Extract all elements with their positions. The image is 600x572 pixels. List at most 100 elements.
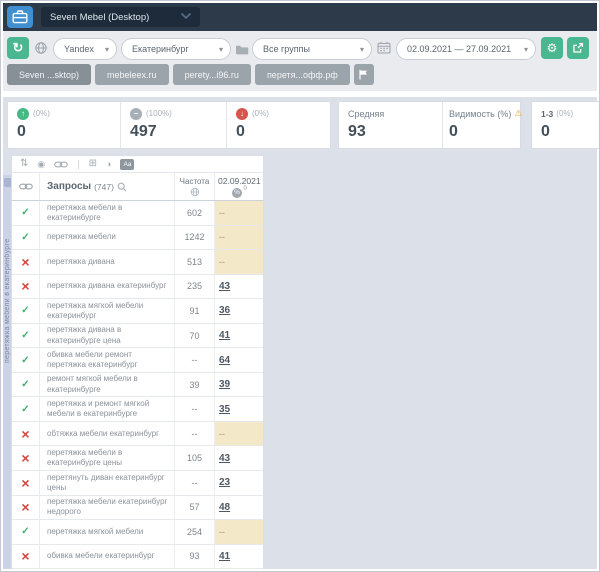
position-link[interactable]: 41 [219,551,230,562]
settings-button[interactable]: ⚙ [541,37,563,59]
project-tag[interactable]: перетя...офф.рф [255,64,350,85]
summary-card-up[interactable]: ↑ (0%) 0 [8,102,120,148]
queries-label: Запросы [47,181,91,192]
summary-cards-top3: 1-3 (0%) 0 [531,101,600,149]
position-link[interactable]: 39 [219,379,230,390]
link-icon[interactable] [54,160,68,169]
group-filter-value: Все группы [263,44,310,54]
position-link[interactable]: 41 [219,330,230,341]
table-header: Запросы (747) Частота 02.09.2021 % 0 [11,173,264,201]
calendar-icon[interactable] [377,41,391,54]
projects-home-button[interactable] [7,6,33,28]
top3-value: 0 [541,123,599,141]
text-case-icon[interactable]: Aa [120,159,134,170]
status-cell: ✓ [12,201,40,225]
query-table-body: ✓перетяжка мебели в екатеринбурге602--✓п… [11,201,264,569]
check-icon: ✓ [21,232,29,243]
status-cell: ✓ [12,397,40,421]
briefcase-icon [12,10,28,24]
table-row: ×перетяжка мебели в екатеринбурге цены10… [12,446,263,471]
table-row: × перетянуть диван екатеринбург цены-- 23 [12,471,263,496]
frequency-label: Частота [180,177,210,186]
query-cell[interactable]: обтяжка мебели екатеринбург [40,422,175,446]
contrast-icon[interactable]: ◑ [106,160,111,169]
frequency-cell: -- [175,397,215,421]
table-row: ×перетяжка мебели екатеринбург недорого5… [12,496,263,521]
unchanged-percent: (100%) [146,109,172,118]
table-row: ✓перетяжка и ремонт мягкой мебели в екат… [12,397,263,422]
position-cell: -- [215,250,263,274]
table-row: ✓ перетяжка мягкой мебели екатеринбург91 3… [12,299,263,324]
frequency-cell: 70 [175,324,215,348]
group-filter-select[interactable]: Все группы ▾ [252,38,372,60]
summary-card-unchanged[interactable]: − (100%) 497 [120,102,226,148]
position-link[interactable]: 23 [219,477,230,488]
check-icon: ✓ [21,330,29,341]
summary-card-down[interactable]: ↓ (0%) 0 [226,102,330,148]
project-tag[interactable]: Seven ...sktop) [7,64,91,85]
position-cell: 41 [215,324,263,348]
status-cell: ✓ [12,348,40,372]
top-bar: Seven Mebel (Desktop) [3,3,597,31]
status-cell: × [12,275,40,299]
position-link[interactable]: 64 [219,355,230,366]
check-icon: ✓ [21,305,29,316]
status-cell: ✓ [12,373,40,397]
queries-column-header[interactable]: Запросы (747) [40,173,175,200]
project-tags-row: Seven ...sktop)mebeleex.ruperety...i96.r… [7,64,374,85]
query-cell[interactable]: обивка мебели екатеринбург [40,545,175,569]
wordstat-globe-icon [190,187,200,197]
position-link[interactable]: 43 [219,453,230,464]
grid-icon[interactable]: ⊞ [89,159,97,169]
link-column-header[interactable] [12,173,40,200]
position-link[interactable]: 35 [219,404,230,415]
date-range-select[interactable]: 02.09.2021 — 27.09.2021 ▾ [396,38,536,60]
target-icon[interactable]: ◉ [37,160,45,169]
query-cell[interactable]: обивка мебели ремонт перетяжка екатеринб… [40,348,175,372]
position-cell: 48 [215,496,263,520]
query-cell[interactable]: перетяжка мебели в екатеринбурге цены [40,446,175,470]
table-row: ×перетяжка дивана513-- [12,250,263,275]
query-cell[interactable]: перетяжка мебели в екатеринбурге [40,201,175,225]
up-percent: (0%) [33,109,50,118]
search-icon[interactable] [117,182,127,192]
frequency-cell: -- [175,471,215,495]
toolbar-divider: | [77,159,79,169]
query-cell[interactable]: перетяжка мебели екатеринбург недорого [40,496,175,520]
percent-icon: % [232,188,242,198]
position-link[interactable]: 36 [219,305,230,316]
flag-marker-button[interactable] [354,64,374,85]
query-cell[interactable]: перетяжка мягкой мебели [40,520,175,544]
folder-icon[interactable] [235,44,249,55]
status-cell: ✓ [12,324,40,348]
position-link[interactable]: 43 [219,281,230,292]
project-selector[interactable]: Seven Mebel (Desktop) [41,7,200,27]
query-cell[interactable]: перетяжка и ремонт мягкой мебели в екате… [40,397,175,421]
chevron-down-icon: ▾ [360,45,364,54]
query-cell[interactable]: перетяжка дивана екатеринбург [40,275,175,299]
region-value: Екатеринбург [132,44,189,54]
frequency-cell: 91 [175,299,215,323]
date-column-header[interactable]: 02.09.2021 % 0 [215,173,263,200]
app-window: Seven Mebel (Desktop) ↻ Yandex ▾ Екатери… [0,0,600,572]
query-cell[interactable]: перетянуть диван екатеринбург цены [40,471,175,495]
position-link[interactable]: 48 [219,502,230,513]
query-cell[interactable]: ремонт мягкой мебели в екатеринбурге [40,373,175,397]
export-button[interactable] [567,37,589,59]
refresh-button[interactable]: ↻ [7,37,29,59]
frequency-cell: 93 [175,545,215,569]
query-cell[interactable]: перетяжка мягкой мебели екатеринбург [40,299,175,323]
search-engine-select[interactable]: Yandex ▾ [53,38,117,60]
globe-icon [34,41,48,55]
query-cell[interactable]: перетяжка мебели [40,226,175,250]
summary-card-top3[interactable]: 1-3 (0%) 0 [532,102,599,148]
cross-icon: × [21,478,29,488]
sort-icon[interactable]: ⇅ [20,159,28,169]
query-cell[interactable]: перетяжка дивана [40,250,175,274]
query-cell[interactable]: перетяжка дивана в екатеринбурге цена [40,324,175,348]
frequency-column-header[interactable]: Частота [175,173,215,200]
project-tag[interactable]: mebeleex.ru [95,64,169,85]
region-select[interactable]: Екатеринбург ▾ [121,38,231,60]
project-tag[interactable]: perety...i96.ru [173,64,251,85]
position-cell: -- [215,201,263,225]
